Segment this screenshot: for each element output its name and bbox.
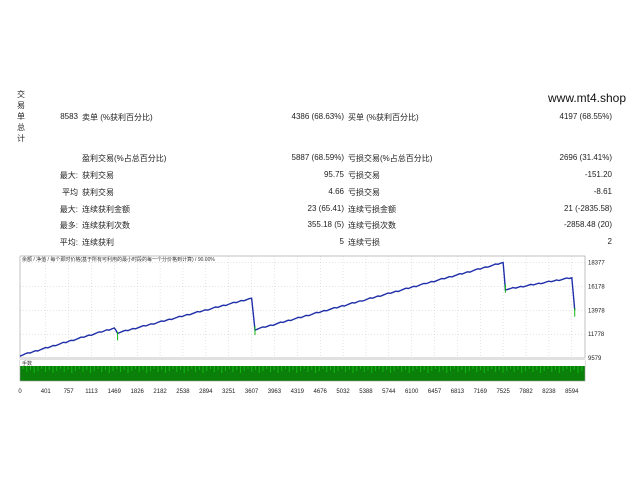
x-tick-label: 1826 (131, 389, 145, 395)
volume-panel-top (20, 360, 585, 366)
x-tick-label: 3607 (245, 389, 259, 395)
x-tick-label: 5744 (382, 389, 396, 395)
x-tick-label: 6813 (451, 389, 465, 395)
x-tick-label: 8594 (565, 389, 579, 395)
x-tick-label: 757 (64, 389, 75, 395)
x-tick-label: 7169 (474, 389, 488, 395)
balance-chart: 余额 / 净值 / 每个即时价格(基于所有可利用的最小时段的每一个分价格到计算)… (18, 255, 605, 395)
y-tick-label: 16178 (588, 285, 605, 291)
x-tick-label: 6457 (428, 389, 442, 395)
plot-area (19, 255, 586, 359)
x-tick-label: 2182 (153, 389, 167, 395)
y-tick-label: 18377 (588, 261, 605, 267)
volume-label: 手数 (22, 360, 32, 367)
x-tick-label: 2894 (199, 389, 213, 395)
x-tick-label: 5388 (359, 389, 373, 395)
x-tick-label: 3963 (268, 389, 282, 395)
x-tick-label: 4319 (291, 389, 305, 395)
x-tick-label: 1469 (108, 389, 122, 395)
x-tick-label: 7525 (496, 389, 510, 395)
chart-header: 余额 / 净值 / 每个即时价格(基于所有可利用的最小时段的每一个分价格到计算)… (22, 256, 215, 263)
x-tick-label: 5032 (336, 389, 350, 395)
x-tick-label: 6100 (405, 389, 419, 395)
x-tick-label: 8238 (542, 389, 556, 395)
y-tick-label: 9579 (588, 356, 602, 362)
y-tick-label: 11778 (588, 332, 605, 338)
x-tick-label: 1113 (85, 389, 98, 395)
x-tick-label: 2538 (176, 389, 190, 395)
y-tick-label: 13978 (588, 308, 605, 314)
x-tick-label: 4676 (314, 389, 328, 395)
x-tick-label: 3251 (222, 389, 236, 395)
x-tick-label: 401 (41, 389, 52, 395)
x-tick-label: 0 (18, 389, 22, 395)
x-tick-label: 7882 (519, 389, 533, 395)
